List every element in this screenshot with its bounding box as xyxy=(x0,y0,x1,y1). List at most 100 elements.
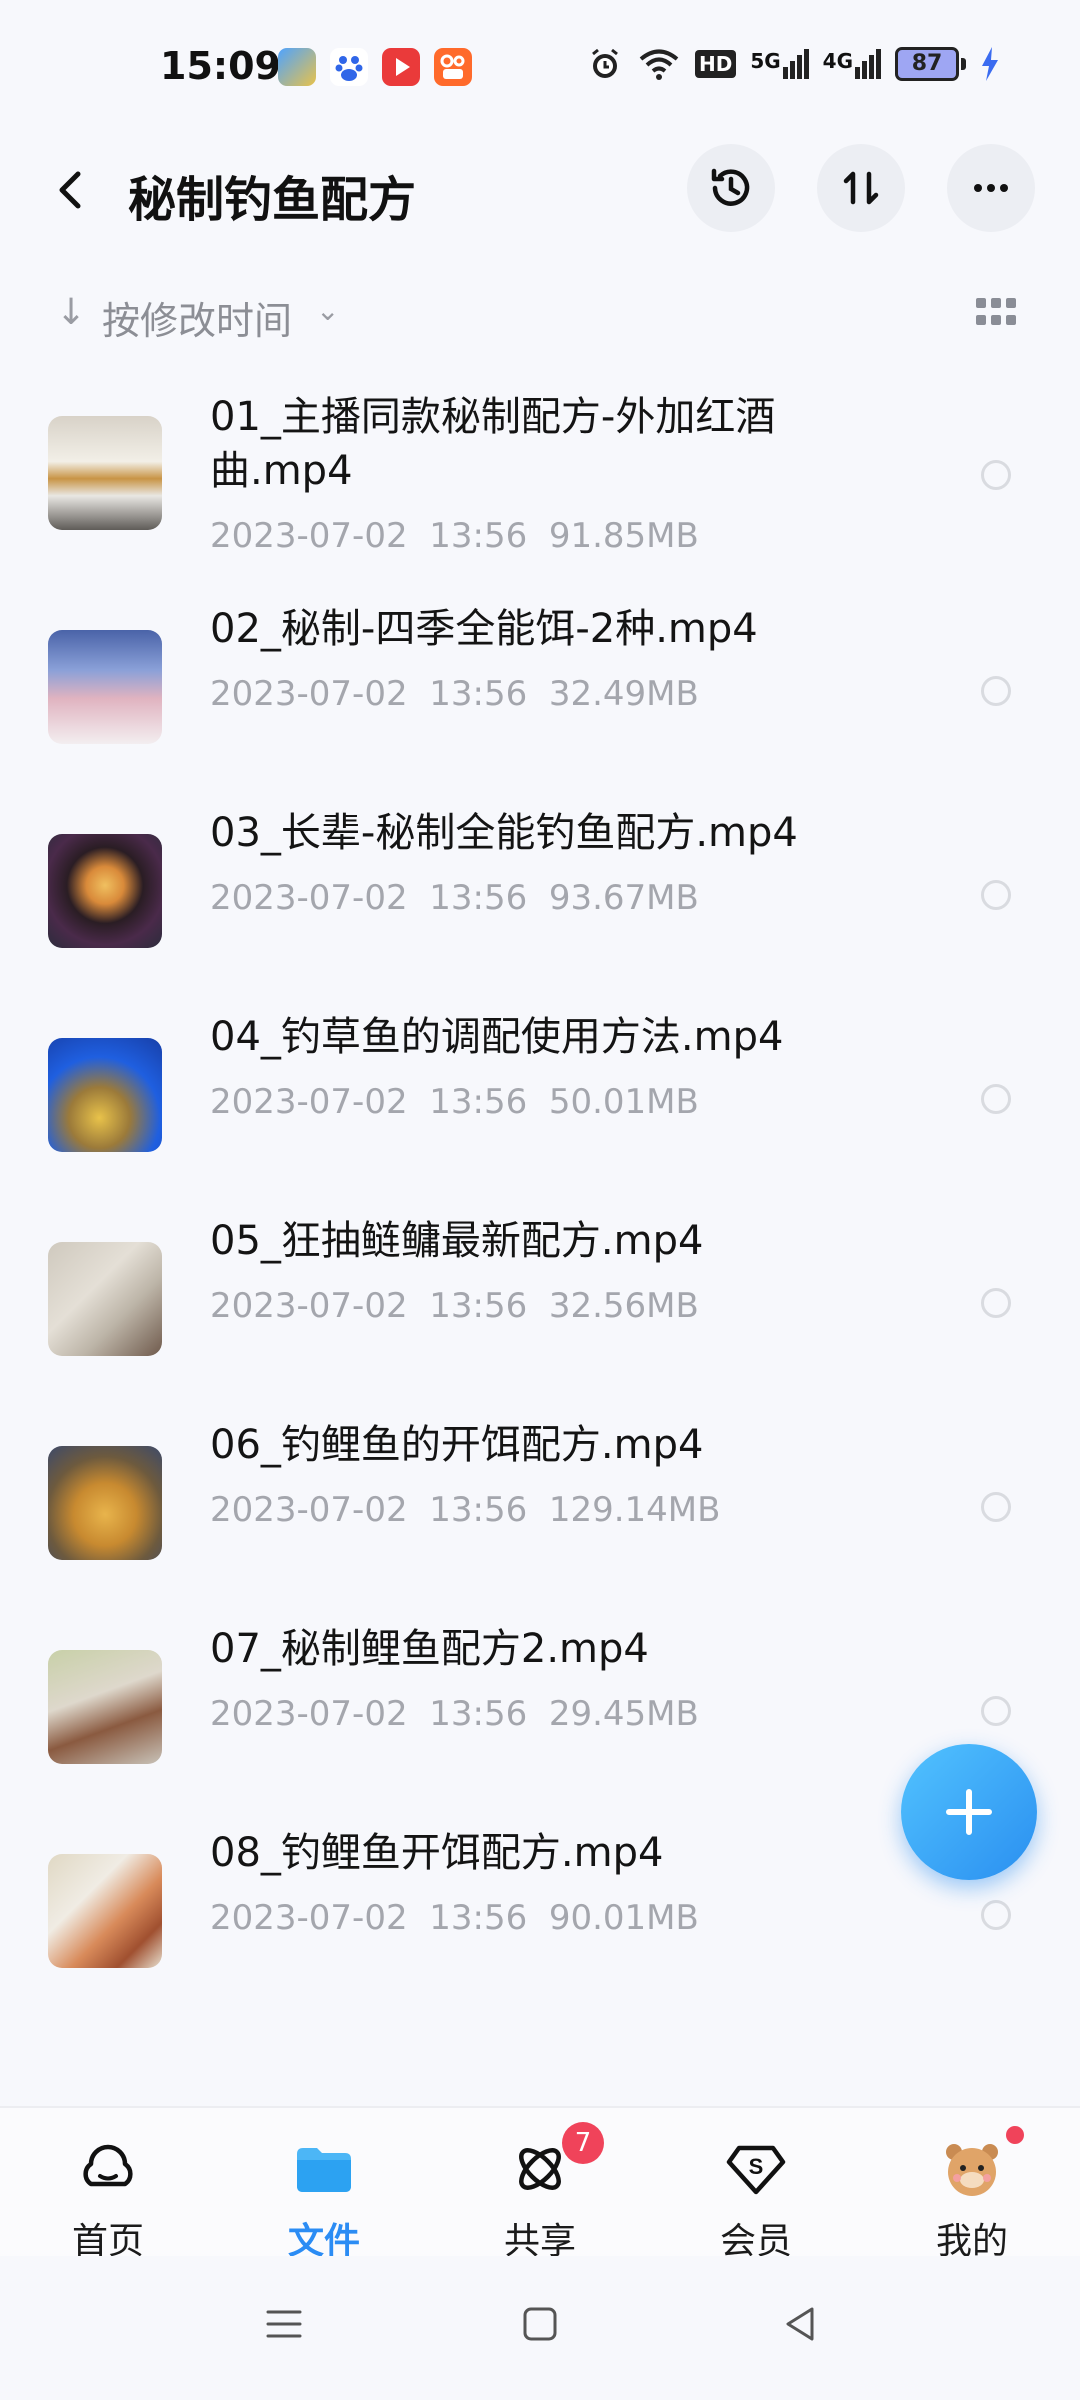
signal-4g-icon: 4G xyxy=(823,49,881,79)
video-thumbnail xyxy=(48,834,162,948)
file-time: 13:56 xyxy=(429,1490,528,1530)
select-checkbox[interactable] xyxy=(981,1084,1011,1114)
history-button[interactable] xyxy=(687,144,775,232)
system-nav-bar xyxy=(0,2256,1080,2400)
file-size: 32.49MB xyxy=(548,674,699,714)
file-size: 91.85MB xyxy=(548,516,699,556)
file-time: 13:56 xyxy=(429,1286,528,1326)
nav-item-files[interactable]: 文件 xyxy=(244,2128,404,2262)
sort-bar: ↓ 按修改时间 ⌄ xyxy=(0,280,1080,350)
select-checkbox[interactable] xyxy=(981,1288,1011,1318)
network-5g-label: 5G xyxy=(750,49,781,73)
video-thumbnail xyxy=(48,416,162,530)
svg-text:S: S xyxy=(749,2154,764,2179)
video-thumbnail xyxy=(48,630,162,744)
profile-notification-dot xyxy=(1006,2126,1024,2144)
page-title: 秘制钓鱼配方 xyxy=(128,172,417,228)
file-time: 13:56 xyxy=(429,1898,528,1938)
file-meta: 2023-07-02 13:56 91.85MB xyxy=(210,516,699,556)
status-icons: HD 5G 4G 87 xyxy=(587,46,1000,82)
transfer-button[interactable] xyxy=(817,144,905,232)
menu-icon[interactable] xyxy=(260,2300,308,2348)
file-meta: 2023-07-02 13:56 29.45MB xyxy=(210,1694,699,1734)
file-size: 93.67MB xyxy=(548,878,699,918)
video-thumbnail xyxy=(48,1242,162,1356)
video-thumbnail xyxy=(48,1038,162,1152)
file-meta: 2023-07-02 13:56 32.56MB xyxy=(210,1286,699,1326)
select-checkbox[interactable] xyxy=(981,1900,1011,1930)
file-time: 13:56 xyxy=(429,878,528,918)
back-arrow-icon xyxy=(59,171,81,209)
nav-item-share[interactable]: 7 共享 xyxy=(460,2122,620,2262)
status-time: 15:09 xyxy=(160,44,281,88)
vip-diamond-icon: S xyxy=(726,2145,786,2195)
nav-item-home[interactable]: 首页 xyxy=(28,2128,188,2262)
hd-icon: HD xyxy=(694,50,737,78)
file-name: 03_长辈-秘制全能钓鱼配方.mp4 xyxy=(210,810,798,856)
select-checkbox[interactable] xyxy=(981,460,1011,490)
grid-view-icon[interactable] xyxy=(976,298,1016,326)
video-app-icon xyxy=(382,48,420,86)
back-button[interactable] xyxy=(44,162,100,218)
file-name: 06_钓鲤鱼的开饵配方.mp4 xyxy=(210,1422,704,1468)
add-button[interactable] xyxy=(901,1744,1037,1880)
app-header: 秘制钓鱼配方 xyxy=(0,140,1080,240)
charging-icon xyxy=(982,47,998,81)
status-bar: 15:09 HD 5G 4G 87 xyxy=(0,0,1080,140)
history-icon xyxy=(711,168,750,206)
select-checkbox[interactable] xyxy=(981,1492,1011,1522)
home-square-icon[interactable] xyxy=(516,2300,564,2348)
sort-direction-icon[interactable]: ↓ xyxy=(56,292,86,333)
battery-level: 87 xyxy=(895,47,959,81)
file-name: 07_秘制鲤鱼配方2.mp4 xyxy=(210,1626,649,1672)
baidu-app-icon xyxy=(330,48,368,86)
file-date: 2023-07-02 xyxy=(210,1694,408,1734)
file-date: 2023-07-02 xyxy=(210,674,408,714)
select-checkbox[interactable] xyxy=(981,676,1011,706)
wifi-icon xyxy=(639,49,679,80)
file-size: 29.45MB xyxy=(548,1694,699,1734)
avatar-icon xyxy=(946,2144,998,2196)
nav-item-vip[interactable]: S 会员 xyxy=(676,2128,836,2262)
file-date: 2023-07-02 xyxy=(210,1286,408,1326)
file-time: 13:56 xyxy=(429,1694,528,1734)
file-size: 32.56MB xyxy=(548,1286,699,1326)
map-app-icon xyxy=(278,48,316,86)
file-meta: 2023-07-02 13:56 32.49MB xyxy=(210,674,699,714)
folder-icon xyxy=(297,2148,351,2192)
file-time: 13:56 xyxy=(429,674,528,714)
share-badge: 7 xyxy=(562,2122,604,2164)
video-thumbnail xyxy=(48,1854,162,1968)
file-name: 01_主播同款秘制配方-外加红酒曲.mp4 xyxy=(210,394,776,494)
back-triangle-icon[interactable] xyxy=(776,2300,824,2348)
file-meta: 2023-07-02 13:56 129.14MB xyxy=(210,1490,720,1530)
file-size: 50.01MB xyxy=(548,1082,699,1122)
file-size: 90.01MB xyxy=(548,1898,699,1938)
file-date: 2023-07-02 xyxy=(210,878,408,918)
more-icon xyxy=(974,184,1008,192)
network-4g-label: 4G xyxy=(822,49,853,73)
more-button[interactable] xyxy=(947,144,1035,232)
signal-5g-icon: 5G xyxy=(750,49,809,79)
file-date: 2023-07-02 xyxy=(210,1490,408,1530)
file-date: 2023-07-02 xyxy=(210,1082,408,1122)
file-meta: 2023-07-02 13:56 90.01MB xyxy=(210,1898,699,1938)
sort-dropdown[interactable]: 按修改时间 xyxy=(102,290,292,345)
plus-icon xyxy=(946,1789,992,1835)
nav-item-profile[interactable]: 我的 xyxy=(892,2126,1052,2262)
select-checkbox[interactable] xyxy=(981,1696,1011,1726)
battery-icon: 87 xyxy=(895,47,966,81)
file-name: 05_狂抽鲢鳙最新配方.mp4 xyxy=(210,1218,704,1264)
file-name: 02_秘制-四季全能饵-2种.mp4 xyxy=(210,606,758,652)
select-checkbox[interactable] xyxy=(981,880,1011,910)
chevron-down-icon[interactable]: ⌄ xyxy=(316,294,339,327)
file-time: 13:56 xyxy=(429,516,528,556)
cloud-home-icon xyxy=(83,2144,133,2187)
alarm-icon xyxy=(592,48,618,78)
file-meta: 2023-07-02 13:56 93.67MB xyxy=(210,878,699,918)
file-date: 2023-07-02 xyxy=(210,516,408,556)
video-thumbnail xyxy=(48,1446,162,1560)
bottom-nav: 首页 文件 7 共享 S 会员 我的 xyxy=(0,2106,1080,2262)
file-name: 08_钓鲤鱼开饵配方.mp4 xyxy=(210,1830,664,1876)
file-meta: 2023-07-02 13:56 50.01MB xyxy=(210,1082,699,1122)
